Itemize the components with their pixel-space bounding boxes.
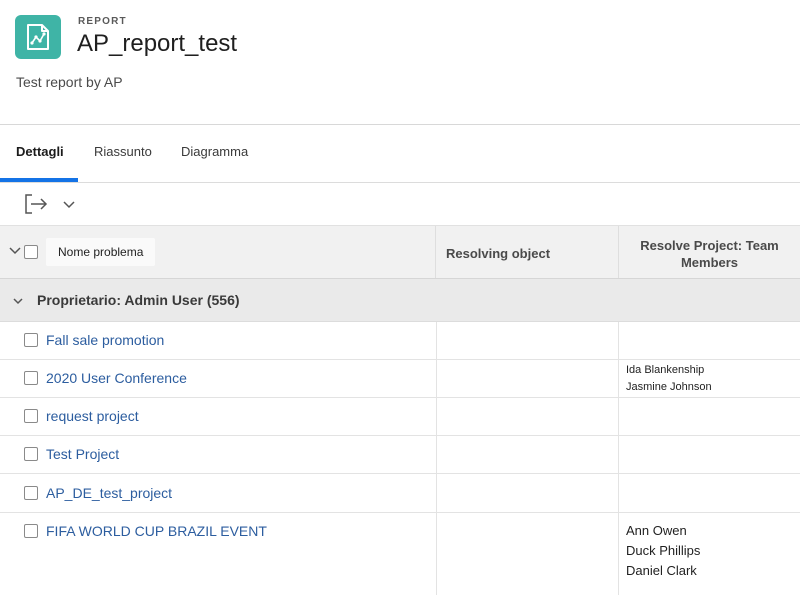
export-icon[interactable] bbox=[24, 193, 48, 215]
page-title: AP_report_test bbox=[77, 30, 238, 57]
column-separator bbox=[436, 436, 437, 473]
tab-bar: Dettagli Riassunto Diagramma bbox=[0, 125, 800, 182]
column-separator bbox=[618, 474, 619, 512]
column-separator bbox=[436, 474, 437, 512]
column-separator bbox=[436, 322, 437, 359]
table-row: FIFA WORLD CUP BRAZIL EVENT Ann Owen Duc… bbox=[0, 513, 800, 595]
group-label: Proprietario: Admin User (556) bbox=[37, 292, 240, 308]
table-row: 2020 User Conference Ida Blankenship Jas… bbox=[0, 360, 800, 398]
row-checkbox[interactable] bbox=[24, 447, 38, 461]
column-separator bbox=[618, 436, 619, 473]
collapse-all-chevron-icon[interactable] bbox=[8, 244, 22, 256]
tab-diagramma[interactable]: Diagramma bbox=[181, 125, 248, 182]
chevron-down-icon[interactable] bbox=[62, 197, 76, 211]
column-separator bbox=[618, 398, 619, 435]
column-separator bbox=[435, 226, 436, 278]
project-link[interactable]: request project bbox=[46, 408, 139, 424]
row-checkbox[interactable] bbox=[24, 409, 38, 423]
team-members-cell: Ida Blankenship Jasmine Johnson bbox=[626, 362, 712, 396]
team-member-name: Ann Owen bbox=[626, 523, 687, 538]
project-link[interactable]: Fall sale promotion bbox=[46, 332, 164, 348]
page-type-label: REPORT bbox=[78, 16, 127, 27]
row-checkbox[interactable] bbox=[24, 486, 38, 500]
row-checkbox[interactable] bbox=[24, 371, 38, 385]
tabs-divider bbox=[0, 182, 800, 183]
column-header-resolving-object[interactable]: Resolving object bbox=[446, 246, 550, 261]
row-checkbox[interactable] bbox=[24, 524, 38, 538]
column-separator bbox=[436, 398, 437, 435]
report-chart-icon bbox=[15, 15, 61, 59]
project-link[interactable]: FIFA WORLD CUP BRAZIL EVENT bbox=[46, 523, 267, 539]
tab-riassunto[interactable]: Riassunto bbox=[94, 125, 152, 182]
column-header-team-members-line1: Resolve Project: Team bbox=[640, 238, 779, 253]
table-row: Test Project bbox=[0, 436, 800, 474]
project-link[interactable]: AP_DE_test_project bbox=[46, 485, 172, 501]
table-header: Nome problema Resolving object Resolve P… bbox=[0, 225, 800, 279]
group-row-owner[interactable]: Proprietario: Admin User (556) bbox=[0, 279, 800, 322]
column-separator bbox=[436, 513, 437, 595]
page-description: Test report by AP bbox=[16, 74, 123, 90]
project-link[interactable]: 2020 User Conference bbox=[46, 370, 187, 386]
team-members-cell: Ann Owen Duck Phillips Daniel Clark bbox=[626, 521, 700, 581]
table-row: request project bbox=[0, 398, 800, 436]
column-separator bbox=[436, 360, 437, 397]
team-member-name: Jasmine Johnson bbox=[626, 381, 712, 393]
table-row: Fall sale promotion bbox=[0, 322, 800, 360]
select-all-checkbox[interactable] bbox=[24, 245, 38, 259]
team-member-name: Daniel Clark bbox=[626, 563, 697, 578]
row-checkbox[interactable] bbox=[24, 333, 38, 347]
column-header-team-members[interactable]: Resolve Project: Team Members bbox=[619, 237, 800, 271]
team-member-name: Duck Phillips bbox=[626, 543, 701, 558]
project-link[interactable]: Test Project bbox=[46, 446, 119, 462]
column-separator bbox=[618, 513, 619, 595]
chevron-down-icon[interactable] bbox=[12, 294, 24, 306]
column-separator bbox=[618, 322, 619, 359]
column-header-name[interactable]: Nome problema bbox=[46, 238, 156, 266]
column-separator bbox=[618, 360, 619, 397]
column-header-team-members-line2: Members bbox=[680, 255, 739, 270]
table-row: AP_DE_test_project bbox=[0, 474, 800, 513]
tab-dettagli[interactable]: Dettagli bbox=[16, 125, 64, 182]
team-member-name: Ida Blankenship bbox=[626, 364, 705, 376]
